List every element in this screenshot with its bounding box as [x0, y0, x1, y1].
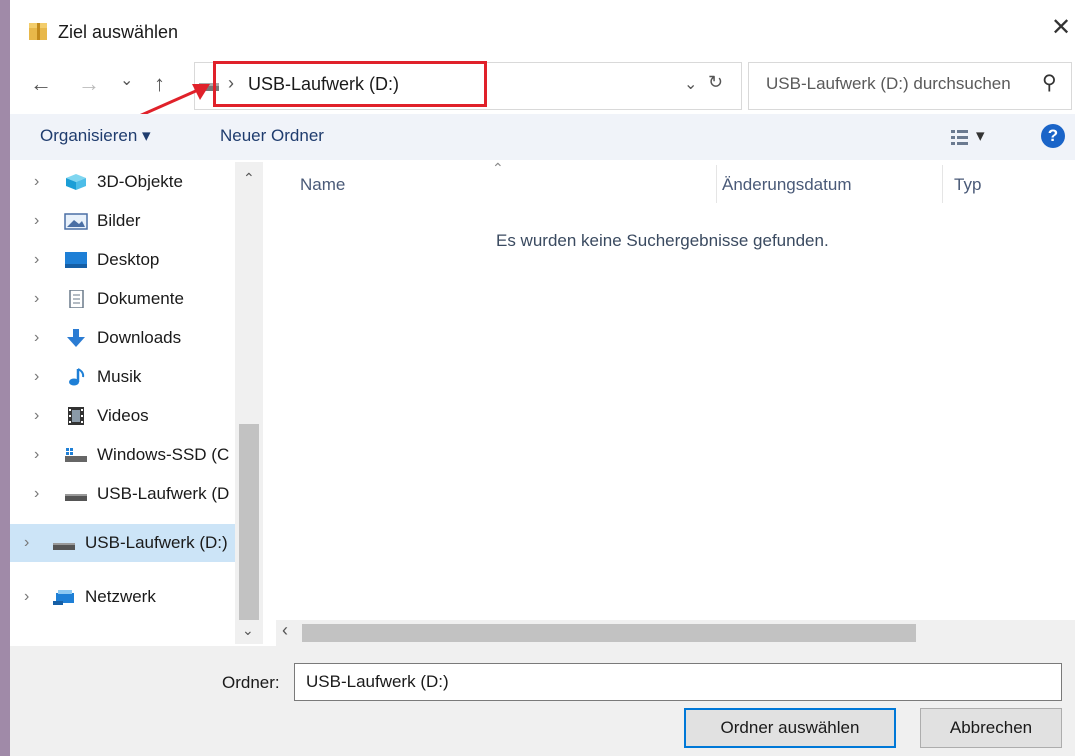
sidebar-item-network[interactable]: › Netzwerk — [10, 578, 235, 616]
column-header-name[interactable]: Name — [300, 175, 345, 195]
sidebar-item-label: 3D-Objekte — [97, 172, 183, 191]
scroll-down-button[interactable]: ⌄ — [242, 622, 254, 639]
folder-zip-icon — [29, 23, 47, 40]
pictures-icon — [64, 213, 88, 230]
sidebar-item-label: Netzwerk — [85, 587, 156, 606]
view-options-icon[interactable] — [950, 128, 970, 146]
usb-drive-icon — [65, 494, 87, 501]
organize-button[interactable]: Organisieren ▾ — [40, 126, 151, 146]
music-note-icon — [69, 368, 85, 386]
navigation-pane: › 3D-Objekte › Bilder › Desktop › Dokume… — [10, 160, 265, 644]
sidebar-item-label: Desktop — [97, 250, 160, 269]
folder-label: Ordner: — [222, 673, 280, 692]
sort-indicator: ⌃ — [492, 160, 504, 176]
back-button[interactable]: ← — [30, 73, 52, 95]
sidebar-item-music[interactable]: › Musik — [10, 358, 235, 396]
address-dropdown-button[interactable]: ⌄ — [684, 74, 697, 94]
forward-button[interactable]: → — [78, 73, 100, 95]
column-header-type[interactable]: Typ — [954, 175, 981, 195]
sidebar-item-label: USB-Laufwerk (D:) — [85, 533, 228, 552]
desktop-icon — [65, 252, 87, 268]
new-folder-button[interactable]: Neuer Ordner — [220, 126, 324, 146]
sidebar-item-downloads[interactable]: › Downloads — [10, 319, 235, 357]
column-divider[interactable] — [942, 165, 943, 203]
content-scroll-thumb[interactable] — [302, 624, 916, 642]
scroll-up-button[interactable]: ⌃ — [243, 170, 255, 187]
sidebar-item-label: Downloads — [97, 328, 182, 347]
column-header-date[interactable]: Änderungsdatum — [722, 175, 851, 195]
select-folder-button[interactable]: Ordner auswählen — [684, 708, 896, 748]
command-toolbar — [10, 114, 1075, 160]
sidebar-item-label: Windows-SSD (C — [97, 445, 230, 464]
sidebar-item-desktop[interactable]: › Desktop — [10, 241, 235, 279]
film-icon — [68, 407, 84, 425]
scroll-left-button[interactable]: ‹ — [282, 620, 288, 641]
cancel-button[interactable]: Abbrechen — [920, 708, 1062, 748]
highlight-box — [213, 61, 487, 107]
sidebar-item-usb-drive[interactable]: › USB-Laufwerk (D — [10, 475, 235, 513]
sidebar-item-label: Bilder — [97, 211, 141, 230]
network-icon — [53, 590, 74, 605]
sidebar-item-3d-objects[interactable]: › 3D-Objekte — [10, 163, 235, 201]
folder-picker-dialog: Ziel auswählen ✕ ← → ⌄ ↑ › USB-Laufwerk … — [10, 0, 1075, 756]
sidebar-item-label: Dokumente — [97, 289, 184, 308]
column-divider[interactable] — [716, 165, 717, 203]
search-icon[interactable]: ⚲ — [1042, 70, 1057, 95]
view-dropdown-arrow[interactable]: ▾ — [976, 126, 985, 146]
download-arrow-icon — [67, 329, 85, 347]
usb-drive-icon — [53, 543, 75, 550]
sidebar-item-label: USB-Laufwerk (D — [97, 484, 230, 503]
help-button[interactable]: ? — [1041, 124, 1065, 148]
sidebar-item-label: Videos — [97, 406, 149, 425]
refresh-button[interactable]: ↻ — [708, 72, 723, 93]
sidebar-item-windows-ssd[interactable]: › Windows-SSD (C — [10, 436, 235, 474]
sidebar-item-label: Musik — [97, 367, 142, 386]
ssd-drive-icon — [65, 448, 87, 462]
sidebar-item-videos[interactable]: › Videos — [10, 397, 235, 435]
window-title: Ziel auswählen — [58, 22, 179, 42]
sidebar-item-pictures[interactable]: › Bilder — [10, 202, 235, 240]
documents-icon — [69, 290, 84, 308]
close-button[interactable]: ✕ — [1051, 16, 1071, 40]
sidebar-item-usb-drive-root[interactable]: › USB-Laufwerk (D:) — [10, 524, 238, 562]
folder-field-value: USB-Laufwerk (D:) — [306, 672, 449, 691]
search-placeholder: USB-Laufwerk (D:) durchsuchen — [766, 74, 1011, 93]
cube-icon — [66, 174, 86, 190]
sidebar-scroll-thumb[interactable] — [239, 424, 259, 620]
empty-results-message: Es wurden keine Suchergebnisse gefunden. — [496, 231, 829, 250]
sidebar-item-documents[interactable]: › Dokumente — [10, 280, 235, 318]
